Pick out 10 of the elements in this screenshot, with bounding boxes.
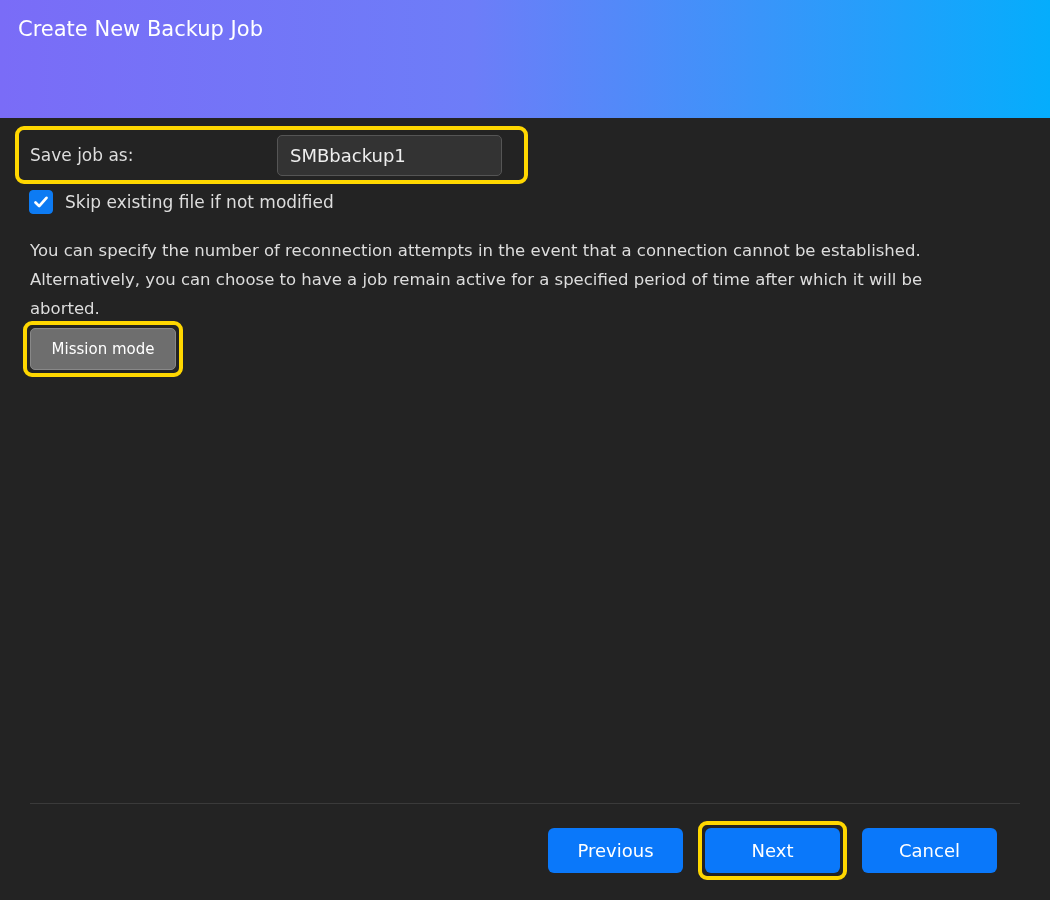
input-field[interactable]: SMBbackup1 (277, 134, 502, 176)
dialog-button[interactable]: Previous (548, 828, 683, 873)
checkbox[interactable] (29, 190, 53, 214)
dialog-button[interactable]: Cancel (862, 828, 997, 873)
checkbox-label[interactable]: Skip existing file if not modified (65, 192, 334, 212)
dialog-button[interactable]: Next (705, 828, 840, 873)
dialog-title: Create New Backup Job (18, 17, 263, 41)
description-text: You can specify the number of reconnection attempts in the event that a connection cannot be established. Alternatively, you can choose to have a job remain active for a specified period of time after which it will be aborted. (30, 240, 924, 320)
field-label: Save job as: (30, 145, 135, 165)
mission-mode-button[interactable]: Mission mode (30, 328, 176, 370)
